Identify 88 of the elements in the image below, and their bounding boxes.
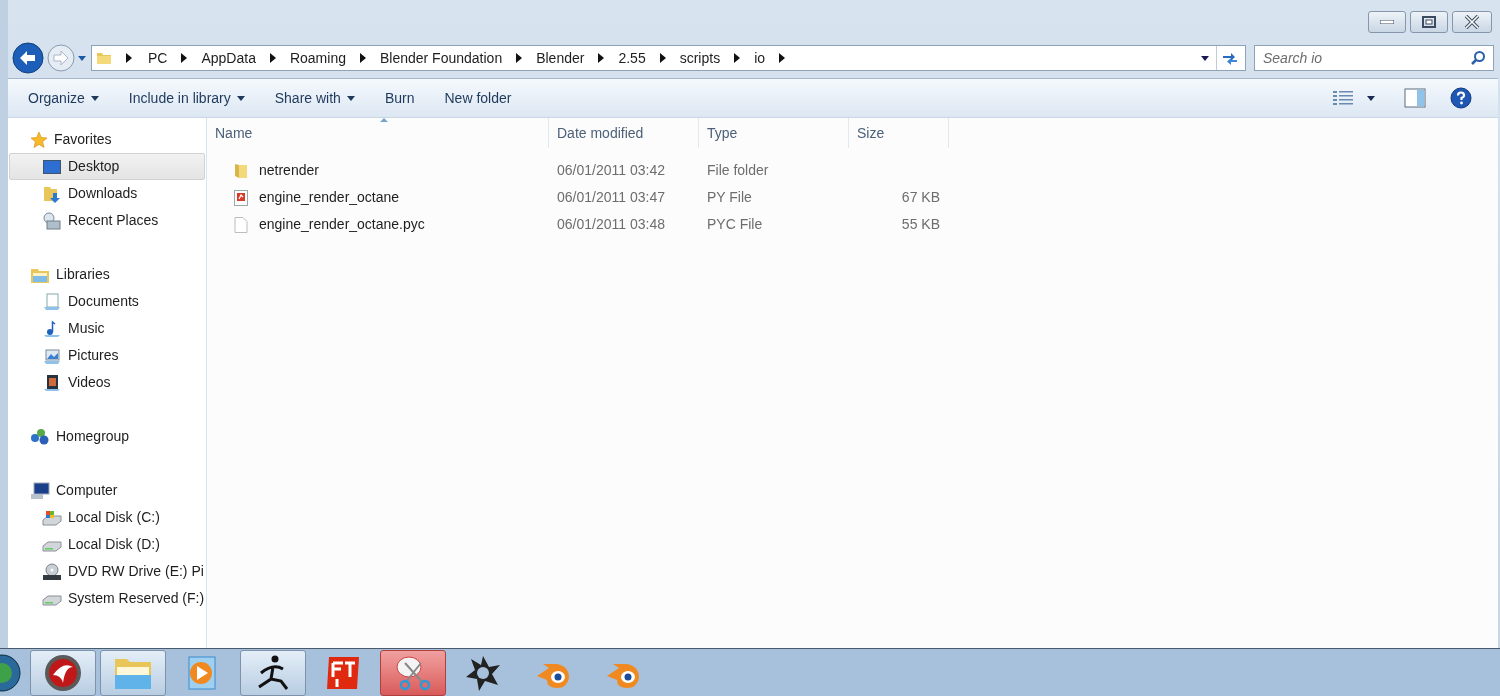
desktop-icon [43,159,61,174]
folder-icon [233,162,249,179]
close-icon [1464,15,1480,29]
search-field[interactable]: Search io [1254,45,1494,71]
download-folder-icon [43,184,61,203]
address-bar[interactable]: PC AppData Roaming Blender Foundation Blender 2.55 scripts io [91,45,1246,71]
folder-icon [96,50,112,66]
caret-icon [236,95,245,101]
breadcrumb[interactable]: AppData [201,47,256,69]
caret-icon [346,95,355,101]
maximize-icon [1422,16,1436,28]
toolbar-button[interactable]: Organize [20,85,107,111]
file-name[interactable]: engine_render_octane [259,187,400,208]
breadcrumb[interactable]: Roaming [289,47,346,69]
document-icon [43,292,61,311]
type-cell: PYC File [707,216,763,232]
column-header[interactable]: Size [849,118,949,148]
taskbar-app-button[interactable] [30,649,96,696]
breadcrumb[interactable]: 2.55 [618,47,646,69]
sidebar-heading[interactable]: Computer [56,480,118,501]
type-cell: File folder [707,162,769,178]
back-button[interactable] [12,42,44,74]
address-dropdown-icon[interactable] [1200,54,1210,62]
sidebar-item[interactable]: Recent Places [9,207,205,234]
sidebar-item[interactable]: Downloads [9,180,205,207]
breadcrumb[interactable]: PC [148,47,168,69]
breadcrumb-arrow-icon[interactable] [516,53,523,63]
file-name[interactable]: engine_render_octane.pyc [259,214,425,235]
column-header[interactable]: Date modified [549,118,699,148]
size-cell-text: 55 KB [901,215,940,234]
breadcrumb-arrow-icon[interactable] [269,53,276,63]
breadcrumb-arrow-icon[interactable] [598,53,605,63]
date-cell: 06/01/2011 03:42 [557,162,665,178]
breadcrumb-arrow-icon[interactable] [734,53,741,63]
breadcrumb-arrow-icon[interactable] [126,53,132,63]
video-icon [43,373,61,392]
computer-icon [30,481,50,500]
size-cell-text: 67 KB [901,188,940,207]
sidebar-item[interactable]: Desktop [9,153,205,180]
picture-icon [43,346,61,365]
date-cell: 06/01/2011 03:48 [557,216,665,232]
column-header[interactable]: Type [699,118,849,148]
toolbar-button[interactable]: Share with [266,85,363,111]
recent-places-icon [43,211,61,230]
help-icon[interactable] [1450,87,1472,109]
breadcrumb-arrow-icon[interactable] [779,53,786,63]
type-cell: PY File [707,189,752,205]
history-dropdown-icon[interactable] [77,54,87,62]
search-icon[interactable] [1470,50,1486,66]
sidebar-item[interactable]: Videos [9,369,205,396]
music-icon [43,319,61,338]
system-drive-icon [42,509,62,526]
view-dropdown-icon[interactable] [1366,94,1376,102]
date-cell: 06/01/2011 03:47 [557,189,665,205]
toolbar-button[interactable]: Include in library [120,85,253,111]
breadcrumb[interactable]: Blender Foundation [379,47,503,69]
file-name[interactable]: netrender [259,160,319,181]
homegroup-icon [30,427,50,446]
sidebar-item[interactable]: System Reserved (F:) [9,585,205,612]
sidebar-item[interactable]: Music [9,315,205,342]
breadcrumb-arrow-icon[interactable] [359,53,366,63]
taskbar-app-button[interactable] [240,649,306,696]
dvd-drive-icon [42,562,62,581]
minimize-icon [1380,20,1394,24]
breadcrumb[interactable]: Blender [536,47,585,69]
sidebar-item[interactable]: Pictures [9,342,205,369]
breadcrumb[interactable]: scripts [679,47,721,69]
swirl-logo-icon [43,652,83,693]
breadcrumb-arrow-icon[interactable] [659,53,666,63]
sidebar-item[interactable]: Documents [9,288,205,315]
sort-arrow-icon [380,118,388,122]
star-icon [30,130,48,149]
sidebar-heading[interactable]: Libraries [56,264,110,285]
toolbar-button[interactable]: Burn [376,85,423,111]
file-icon [233,216,249,233]
script-file-icon [233,189,249,206]
breadcrumb[interactable]: io [754,47,766,69]
maximize-button[interactable] [1410,11,1448,33]
sidebar-heading[interactable]: Favorites [54,129,112,150]
sidebar-item[interactable]: Local Disk (C:) [9,504,205,531]
view-options-icon[interactable] [1332,90,1354,106]
sidebar-item[interactable]: Local Disk (D:) [9,531,205,558]
toolbar-button[interactable]: New folder [436,85,520,111]
sidebar-heading[interactable]: Homegroup [56,426,130,447]
sidebar-item[interactable]: DVD RW Drive (E:) Pi [9,558,205,585]
close-button[interactable] [1452,11,1492,33]
breadcrumb-arrow-icon[interactable] [181,53,188,63]
caret-icon [90,95,99,101]
